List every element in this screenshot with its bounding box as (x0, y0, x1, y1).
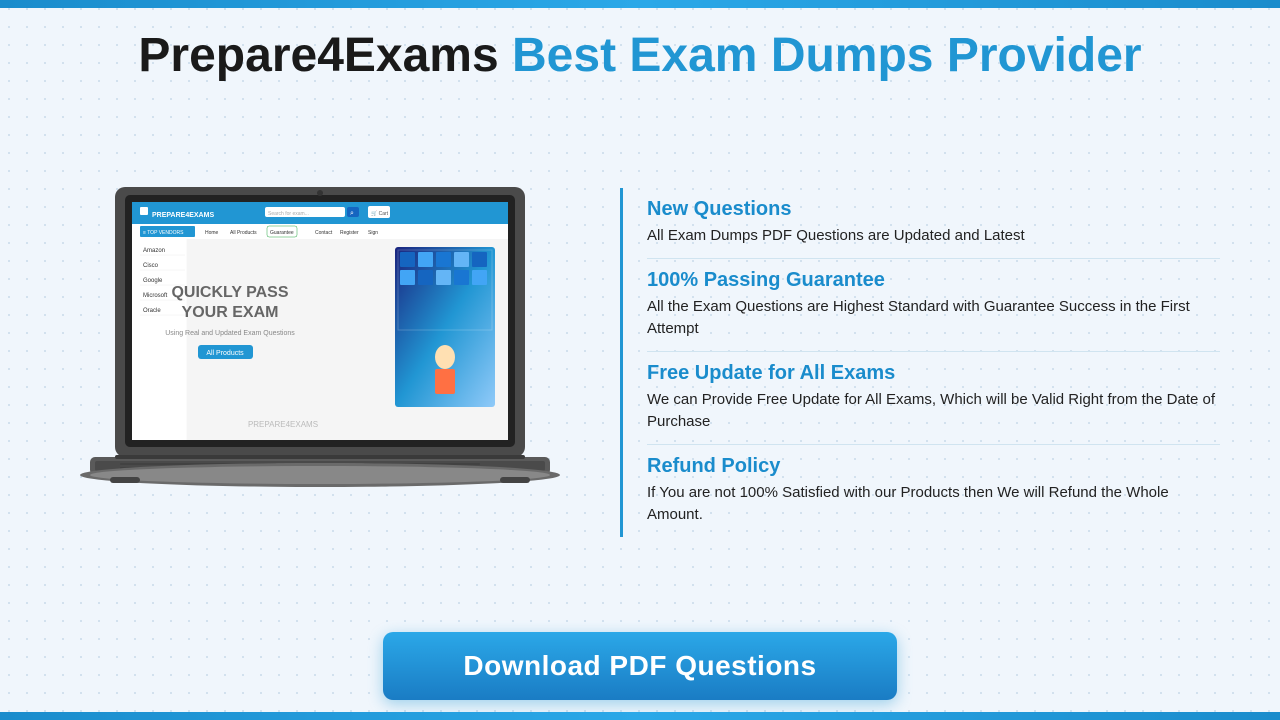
feature-title-new-questions: New Questions (647, 198, 1220, 221)
feature-item-free-update: Free Update for All Exams We can Provide … (647, 352, 1220, 445)
brand-name: Prepare4Exams (138, 29, 498, 82)
svg-text:≡ TOP VENDORS: ≡ TOP VENDORS (143, 230, 184, 236)
feature-title-free-update: Free Update for All Exams (647, 362, 1220, 385)
svg-text:QUICKLY PASS: QUICKLY PASS (171, 284, 288, 301)
laptop-illustration: PREPARE4EXAMS Search for exam... ⌕ 🛒 Car… (60, 167, 580, 557)
feature-title-passing-guarantee: 100% Passing Guarantee (647, 269, 1220, 292)
features-section: New Questions All Exam Dumps PDF Question… (620, 188, 1220, 537)
svg-text:⌕: ⌕ (350, 210, 354, 217)
laptop-svg: PREPARE4EXAMS Search for exam... ⌕ 🛒 Car… (60, 167, 580, 557)
feature-item-new-questions: New Questions All Exam Dumps PDF Question… (647, 188, 1220, 259)
svg-text:Register: Register (340, 230, 359, 236)
svg-text:Home: Home (205, 230, 219, 236)
svg-text:Amazon: Amazon (143, 248, 165, 254)
top-bar (0, 0, 1280, 8)
svg-text:Guarantee: Guarantee (270, 230, 294, 236)
main-container: Prepare4Exams Best Exam Dumps Provider (0, 0, 1280, 720)
header-title: Prepare4Exams Best Exam Dumps Provider (138, 30, 1141, 83)
svg-text:Microsoft: Microsoft (143, 293, 168, 299)
feature-title-refund-policy: Refund Policy (647, 455, 1220, 478)
feature-desc-free-update: We can Provide Free Update for All Exams… (647, 389, 1220, 434)
svg-text:Google: Google (143, 278, 163, 284)
bottom-bar (0, 712, 1280, 720)
download-section: Download PDF Questions (60, 632, 1220, 700)
download-button[interactable]: Download PDF Questions (383, 632, 896, 700)
feature-item-passing-guarantee: 100% Passing Guarantee All the Exam Quest… (647, 259, 1220, 352)
feature-item-refund-policy: Refund Policy If You are not 100% Satisfi… (647, 445, 1220, 537)
svg-text:Oracle: Oracle (143, 308, 161, 314)
svg-text:All Products: All Products (206, 350, 244, 357)
svg-text:YOUR EXAM: YOUR EXAM (182, 304, 279, 321)
tagline: Best Exam Dumps Provider (512, 29, 1142, 82)
feature-desc-new-questions: All Exam Dumps PDF Questions are Updated… (647, 225, 1220, 248)
feature-desc-passing-guarantee: All the Exam Questions are Highest Stand… (647, 296, 1220, 341)
header: Prepare4Exams Best Exam Dumps Provider (138, 30, 1141, 83)
main-content: PREPARE4EXAMS Search for exam... ⌕ 🛒 Car… (60, 113, 1220, 612)
feature-desc-refund-policy: If You are not 100% Satisfied with our P… (647, 482, 1220, 527)
svg-text:Cisco: Cisco (143, 263, 159, 269)
svg-text:Using Real and Updated Exam Qu: Using Real and Updated Exam Questions (165, 330, 295, 337)
svg-text:Search for exam...: Search for exam... (268, 211, 309, 217)
svg-text:All Products: All Products (230, 230, 257, 236)
svg-text:🛒 Cart: 🛒 Cart (371, 210, 389, 217)
svg-text:Contact: Contact (315, 230, 333, 236)
svg-text:PREPARE4EXAMS: PREPARE4EXAMS (248, 420, 318, 429)
svg-text:PREPARE4EXAMS: PREPARE4EXAMS (152, 212, 214, 219)
laptop-section: PREPARE4EXAMS Search for exam... ⌕ 🛒 Car… (60, 167, 580, 557)
svg-text:Sign: Sign (368, 230, 378, 236)
